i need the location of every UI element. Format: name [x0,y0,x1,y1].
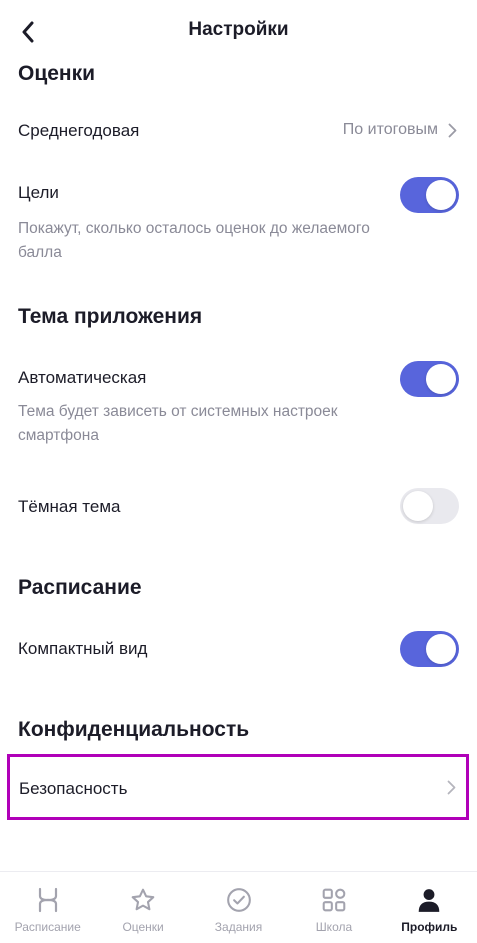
tab-profile[interactable]: Профиль [382,872,477,943]
tab-label: Расписание [14,920,81,934]
goals-label: Цели [18,183,59,202]
compact-view-row: Компактный вид [0,630,477,670]
average-grade-row[interactable]: Среднегодовая По итоговым [0,110,477,152]
dark-theme-label: Тёмная тема [18,497,121,516]
page-title: Настройки [188,19,289,40]
chevron-right-icon [448,123,457,137]
tab-label: Оценки [122,920,164,934]
compact-view-toggle[interactable] [400,631,459,667]
average-grade-label: Среднегодовая [18,121,140,140]
auto-theme-label: Автоматическая [18,368,147,387]
dark-theme-row: Тёмная тема [0,488,477,528]
toggle-knob [426,634,456,664]
compact-view-label: Компактный вид [18,639,148,658]
tab-label: Задания [214,920,263,934]
section-title-privacy: Конфиденциальность [18,718,250,741]
tab-schedule[interactable]: Расписание [0,872,95,943]
tab-school[interactable]: Школа [286,872,381,943]
grid-icon [320,886,348,914]
auto-theme-toggle[interactable] [400,361,459,397]
header: Настройки [0,0,477,62]
section-title-theme: Тема приложения [18,305,203,328]
tab-label: Профиль [401,920,458,934]
goals-toggle[interactable] [400,177,459,213]
toggle-knob [426,364,456,394]
average-grade-value[interactable]: По итоговым [343,121,457,139]
toggle-knob [403,491,433,521]
dark-theme-toggle[interactable] [400,488,459,524]
tab-assignments[interactable]: Задания [191,872,286,943]
security-label: Безопасность [19,779,128,798]
schedule-icon [34,886,62,914]
goals-row: Цели Покажут, сколько осталось оценок до… [0,175,477,265]
chevron-right-icon [447,780,456,795]
section-title-grades: Оценки [18,62,96,85]
tab-label: Школа [315,920,353,934]
tab-grades[interactable]: Оценки [95,872,190,943]
security-row[interactable]: Безопасность [7,754,469,820]
auto-theme-row: Автоматическая Тема будет зависеть от си… [0,360,477,450]
auto-theme-description: Тема будет зависеть от системных настрое… [18,403,338,444]
goals-description: Покажут, сколько осталось оценок до жела… [18,220,370,261]
section-title-schedule: Расписание [18,576,142,599]
average-grade-value-text: По итоговым [342,121,438,138]
toggle-knob [426,180,456,210]
person-icon [415,886,443,914]
star-icon [129,886,157,914]
check-circle-icon [225,886,253,914]
tab-bar: Расписание Оценки Задания Школа Профиль [0,871,477,943]
